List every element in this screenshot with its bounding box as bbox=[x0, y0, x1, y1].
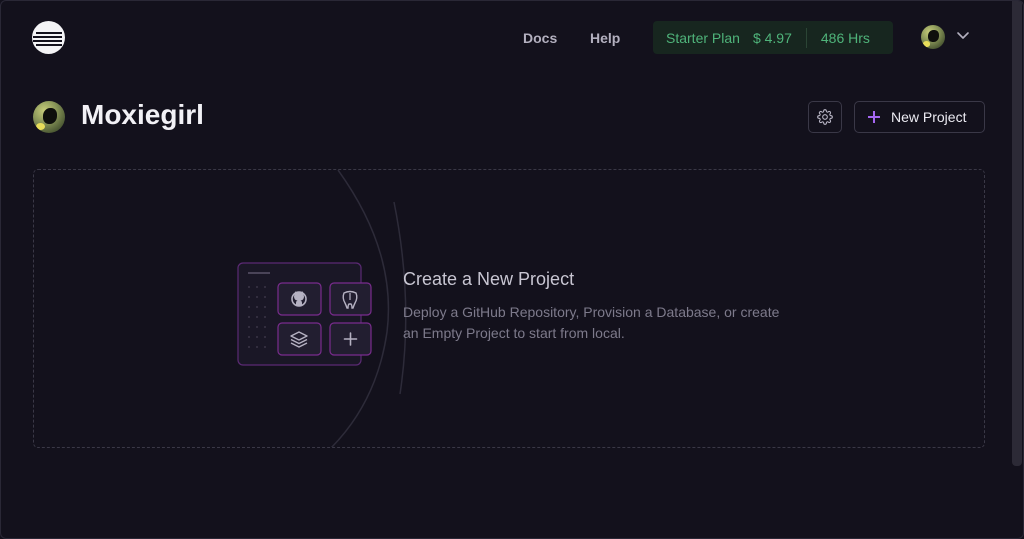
plan-badge[interactable]: Starter Plan $ 4.97 486 Hrs bbox=[653, 21, 893, 54]
avatar-flower bbox=[35, 122, 45, 130]
railway-logo-icon[interactable] bbox=[32, 21, 65, 54]
avatar-bird bbox=[42, 108, 57, 125]
team-avatar bbox=[33, 101, 65, 133]
nav-help-link[interactable]: Help bbox=[590, 30, 620, 46]
plan-hours: 486 Hrs bbox=[820, 29, 870, 46]
decor-arc-inner bbox=[393, 201, 407, 395]
new-project-label: New Project bbox=[891, 109, 967, 125]
chevron-down-icon[interactable] bbox=[956, 31, 970, 41]
avatar-bird bbox=[928, 30, 939, 43]
avatar-flower bbox=[922, 41, 930, 47]
settings-button[interactable] bbox=[808, 101, 842, 133]
plan-divider bbox=[805, 27, 807, 48]
empty-state-title: Create a New Project bbox=[403, 269, 575, 289]
new-project-button[interactable]: New Project bbox=[854, 101, 985, 133]
empty-state-description: Deploy a GitHub Repository, Provision a … bbox=[403, 304, 780, 341]
user-avatar[interactable] bbox=[921, 25, 945, 49]
scrollbar[interactable] bbox=[1012, 1, 1022, 466]
plus-icon bbox=[868, 111, 880, 123]
plan-credit: $ 4.97 bbox=[752, 29, 792, 46]
app-window: Docs Help Starter Plan $ 4.97 486 Hrs Mo… bbox=[0, 0, 1024, 539]
plan-name: Starter Plan bbox=[666, 29, 740, 46]
nav-docs-link[interactable]: Docs bbox=[523, 30, 557, 46]
page-title: Moxiegirl bbox=[81, 99, 204, 130]
gear-icon bbox=[817, 109, 833, 125]
